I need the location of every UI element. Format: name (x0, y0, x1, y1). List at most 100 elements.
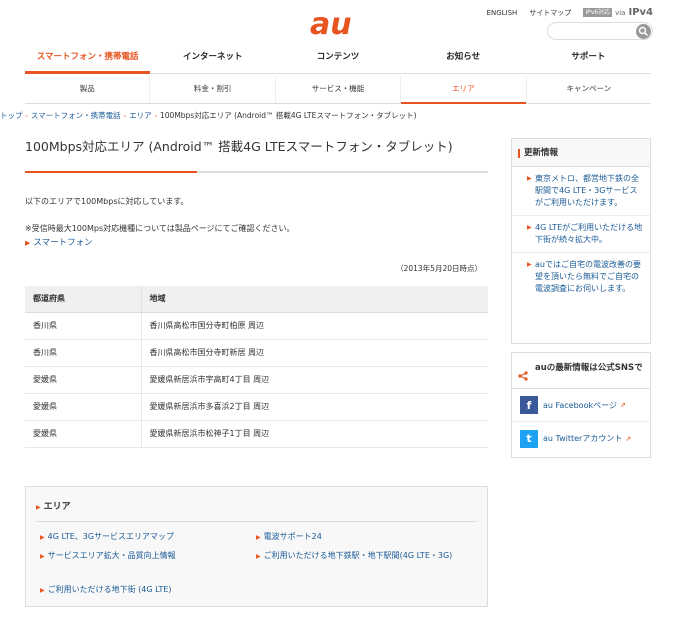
arrow-right-icon: ▶ (527, 261, 532, 268)
ipv6-label: IPv6対応 (583, 8, 613, 17)
au-logo-mark: au (310, 7, 352, 42)
sitemap-link[interactable]: サイトマップ (529, 8, 571, 18)
as-of-date: （2013年5月20日時点） (396, 264, 482, 273)
sns-box: auの最新情報は公式SNSで f au Facebookページ ⇗ t au T… (511, 352, 651, 458)
global-nav: スマートフォン・携帯電話 インターネット コンテンツ お知らせ サポート (25, 46, 651, 74)
gnav-support[interactable]: サポート (526, 46, 651, 73)
cell-prefecture: 愛媛県 (25, 366, 142, 394)
english-link[interactable]: ENGLISH (487, 9, 518, 17)
table-row: 愛媛県 愛媛県新居浜市松神子1丁目 周辺 (25, 420, 488, 448)
area-link-support24[interactable]: ▶ 電波サポート24 (256, 531, 466, 544)
cell-region: 香川県高松市国分寺町新居 周辺 (141, 339, 488, 367)
twitter-label: au Twitterアカウント (543, 434, 623, 443)
smartphone-link[interactable]: ▶ スマートフォン (25, 236, 93, 248)
twitter-link[interactable]: t au Twitterアカウント ⇗ (512, 422, 650, 455)
table-row: 香川県 香川県高松市国分寺町柏原 周辺 (25, 312, 488, 340)
news-item-text: 東京メトロ、都営地下鉄の全駅間で4G LTE・3Gサービスがご利用いただけます。 (535, 174, 639, 207)
gnav-contents[interactable]: コンテンツ (275, 46, 400, 73)
cell-region: 愛媛県新居浜市多喜浜2丁目 周辺 (141, 393, 488, 421)
sns-title: auの最新情報は公式SNSで (535, 363, 643, 373)
page-title: 100Mbps対応エリア (Android™ 搭載4G LTEスマートフォン・タ… (25, 139, 453, 154)
breadcrumb-smartphone[interactable]: スマートフォン・携帯電話 (31, 111, 121, 120)
area-link-label: サービスエリア拡大・品質向上情報 (47, 551, 176, 560)
breadcrumb: トップ › スマートフォン・携帯電話 › エリア › 100Mbps対応エリア (Andro… (0, 110, 417, 121)
area-links-box: ▶ エリア ▶ 4G LTE、3Gサービスエリアマップ ▶ 電波サポート24 ▶ サービ… (25, 486, 488, 607)
header-region: 地域 (141, 286, 488, 313)
intro-text: 以下のエリアで100Mbpsに対応しています。 (25, 197, 189, 206)
share-icon (518, 371, 528, 381)
header-prefecture: 都道府県 (25, 286, 142, 313)
table-row: 愛媛県 愛媛県新居浜市多喜浜2丁目 周辺 (25, 393, 488, 421)
table-header-row: 都道府県 地域 (25, 286, 488, 313)
subnav-area[interactable]: エリア (400, 76, 527, 104)
area-link-map[interactable]: ▶ 4G LTE、3Gサービスエリアマップ (40, 531, 250, 544)
facebook-icon: f (520, 396, 538, 414)
smartphone-link-label: スマートフォン (33, 238, 93, 248)
search-icon (638, 26, 649, 37)
divider (36, 521, 477, 522)
area-link-label: ご利用いただける地下鉄駅・地下駅間(4G LTE・3G) (263, 551, 453, 560)
ipv6-via: via (615, 8, 626, 17)
news-title: 更新情報 (512, 139, 650, 167)
facebook-label: au Facebookページ (543, 400, 617, 410)
arrow-right-icon: ▶ (256, 553, 261, 560)
external-link-icon: ⇗ (619, 401, 626, 409)
search-button[interactable] (636, 24, 651, 39)
ipv4-label: IPv4 (628, 7, 653, 18)
arrow-right-icon: ▶ (25, 239, 31, 247)
area-link-subway[interactable]: ▶ ご利用いただける地下鉄駅・地下駅間(4G LTE・3G) (256, 550, 456, 563)
breadcrumb-area[interactable]: エリア (129, 111, 152, 120)
news-item[interactable]: ▶ auではご自宅の電波改善の要望を頂いたら無料でご自宅の電波調査にお伺いします。 (512, 253, 650, 301)
gnav-news[interactable]: お知らせ (401, 46, 526, 73)
cell-prefecture: 愛媛県 (25, 420, 142, 448)
cell-prefecture: 香川県 (25, 312, 142, 340)
search-input[interactable] (547, 22, 653, 40)
chevron-right-icon: › (25, 113, 28, 120)
arrow-right-icon: ▶ (40, 587, 45, 594)
news-item[interactable]: ▶ 東京メトロ、都営地下鉄の全駅間で4G LTE・3Gサービスがご利用いただけます… (512, 167, 650, 216)
sub-nav: 製品 料金・割引 サービス・機能 エリア キャンペーン (25, 76, 651, 104)
breadcrumb-top[interactable]: トップ (0, 111, 23, 120)
news-box: 更新情報 ▶ 東京メトロ、都営地下鉄の全駅間で4G LTE・3Gサービスがご利用い… (511, 138, 651, 344)
area-link-label: 電波サポート24 (263, 532, 322, 541)
arrow-right-icon: ▶ (36, 504, 41, 511)
area-link-label: ご利用いただける地下街 (4G LTE) (47, 585, 172, 594)
arrow-right-icon: ▶ (256, 534, 261, 541)
cell-region: 香川県高松市国分寺町柏原 周辺 (141, 312, 488, 340)
area-table: 都道府県 地域 香川県 香川県高松市国分寺町柏原 周辺 香川県 香川県高松市国分… (25, 286, 488, 448)
subnav-products[interactable]: 製品 (25, 76, 149, 103)
cell-prefecture: 愛媛県 (25, 393, 142, 421)
table-row: 香川県 香川県高松市国分寺町新居 周辺 (25, 339, 488, 367)
breadcrumb-current: 100Mbps対応エリア (Android™ 搭載4G LTEスマートフォン・タ… (160, 111, 417, 120)
main-content: 100Mbps対応エリア (Android™ 搭載4G LTEスマートフォン・タ… (25, 138, 488, 448)
area-box-title-text: エリア (43, 502, 71, 512)
area-link-label: 4G LTE、3Gサービスエリアマップ (47, 532, 175, 541)
subnav-services[interactable]: サービス・機能 (274, 76, 400, 103)
external-link-icon: ⇗ (625, 434, 632, 443)
area-link-underground-mall[interactable]: ▶ ご利用いただける地下街 (4G LTE) (40, 584, 250, 597)
facebook-link[interactable]: f au Facebookページ ⇗ (512, 389, 650, 422)
news-item-text: 4G LTEがご利用いただける地下街が続々拡大中。 (535, 223, 643, 244)
news-item[interactable]: ▶ 4G LTEがご利用いただける地下街が続々拡大中。 (512, 216, 650, 253)
arrow-right-icon: ▶ (40, 553, 45, 560)
subnav-campaign[interactable]: キャンペーン (525, 76, 651, 103)
gnav-smartphone[interactable]: スマートフォン・携帯電話 (25, 46, 151, 74)
au-logo[interactable]: au (306, 6, 368, 42)
cell-prefecture: 香川県 (25, 339, 142, 367)
area-link-expansion[interactable]: ▶ サービスエリア拡大・品質向上情報 (40, 550, 250, 563)
news-item-text: auではご自宅の電波改善の要望を頂いたら無料でご自宅の電波調査にお伺いします。 (535, 260, 641, 293)
arrow-right-icon: ▶ (527, 224, 532, 231)
area-box-title: ▶ エリア (36, 499, 71, 512)
gnav-internet[interactable]: インターネット (150, 46, 275, 73)
sns-header: auの最新情報は公式SNSで (512, 353, 650, 389)
title-divider (25, 171, 488, 173)
utility-links: ENGLISH サイトマップ IPv6対応 via IPv4 (487, 7, 653, 18)
ipv6-badge: IPv6対応 via IPv4 (583, 7, 653, 18)
svg-text:au: au (310, 7, 352, 40)
twitter-icon: t (520, 429, 538, 448)
table-row: 愛媛県 愛媛県新居浜市宇高町4丁目 周辺 (25, 366, 488, 394)
cell-region: 愛媛県新居浜市宇高町4丁目 周辺 (141, 366, 488, 394)
arrow-right-icon: ▶ (527, 175, 532, 182)
subnav-pricing[interactable]: 料金・割引 (149, 76, 274, 103)
cell-region: 愛媛県新居浜市松神子1丁目 周辺 (141, 420, 488, 448)
